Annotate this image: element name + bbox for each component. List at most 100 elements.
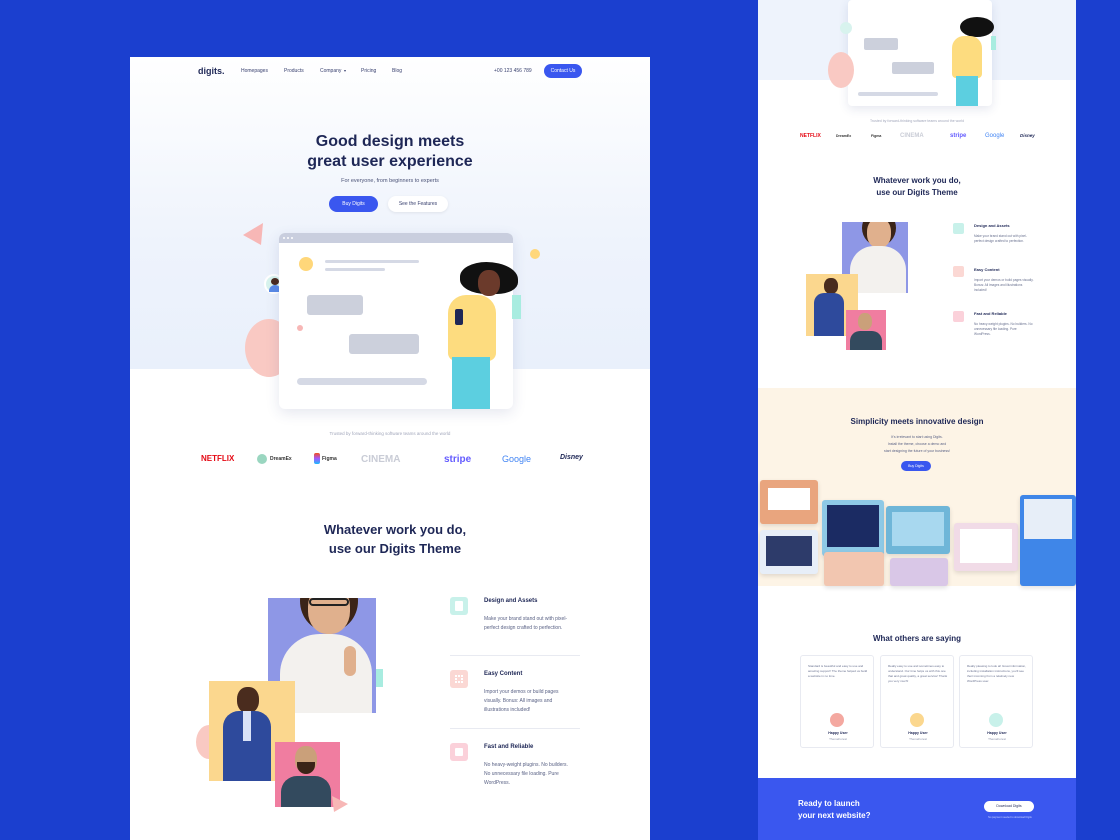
feature-title-easy-content: Easy Content (484, 671, 523, 677)
nav-link-blog[interactable]: Blog (392, 68, 402, 74)
brand-logo-figma: Figma (871, 134, 882, 138)
cta-note: No payment needed to download Digits (988, 816, 1032, 819)
person-face (478, 270, 500, 296)
demo-screenshot[interactable] (886, 506, 950, 554)
placeholder-line (325, 260, 419, 263)
avatar (989, 713, 1003, 727)
window-dot-icon (291, 237, 293, 239)
phone-icon (455, 309, 463, 325)
demo-screenshot[interactable] (1020, 495, 1076, 586)
nav-link-homepages[interactable]: Homepages (241, 68, 268, 74)
logo[interactable]: digits. (198, 66, 225, 76)
brand-logo-netflix: NETFLIX (800, 133, 821, 139)
demo-screenshot[interactable] (890, 558, 948, 586)
brand-logo-cinema: CINEMA (361, 454, 401, 465)
teal-block-decoration (991, 36, 996, 50)
testimonial-name: Happy User (987, 731, 1007, 735)
figma-icon (314, 453, 320, 464)
phone-number[interactable]: +00 123 456 789 (494, 68, 532, 74)
easy-content-icon (450, 670, 468, 688)
logos-caption: Trusted by forward-thinking software tea… (329, 431, 451, 436)
avatar (830, 713, 844, 727)
easy-content-icon (953, 266, 964, 277)
top-navigation: digits. Homepages Products Company ▾ Pri… (130, 57, 650, 85)
features-heading-line-2: use our Digits Theme (328, 541, 462, 556)
window-dot-icon (287, 237, 289, 239)
demo-screenshot[interactable] (760, 480, 818, 524)
window-dot-icon (283, 237, 285, 239)
photo-bearded-man (846, 310, 886, 350)
feature-title-design-assets: Design and Assets (484, 598, 538, 604)
testimonial-name: Happy User (828, 731, 848, 735)
features-heading-line-1: Whatever work you do, (323, 522, 467, 537)
feature-text-easy-content: Import your demos or build pages visuall… (484, 689, 559, 713)
browser-toolbar (279, 233, 513, 243)
chat-bubble (349, 334, 419, 354)
avatar (840, 22, 852, 34)
chat-bubble (307, 295, 363, 315)
demo-screenshot[interactable] (822, 500, 884, 556)
feature-text-design-assets: Make your brand stand out with pixel-per… (484, 616, 568, 631)
cta-heading-line-1: Ready to launch (798, 799, 860, 808)
download-button[interactable]: Download Digits (984, 801, 1034, 812)
simplicity-text-line-1: It's irrelevant to start using Digits. (891, 435, 943, 439)
features-heading-line-1: Whatever work you do, (873, 176, 961, 185)
pink-dot-decoration (297, 325, 303, 331)
hero-title-line-2: great user experience (307, 153, 473, 170)
fast-reliable-icon (953, 311, 964, 322)
feature-text-design-assets: Make your brand stand out with pixel-per… (974, 234, 1027, 243)
cta-heading: Ready to launch your next website? (798, 798, 870, 822)
features-heading-line-2: use our Digits Theme (876, 188, 958, 197)
person-pants (956, 76, 978, 106)
hero-title: Good design meets great user experience (130, 132, 650, 172)
person-hair (960, 17, 994, 37)
buy-button[interactable]: Buy Digits (329, 196, 378, 212)
simplicity-text-line-3: start designing the future of your busin… (884, 449, 950, 453)
nav-link-pricing[interactable]: Pricing (361, 68, 376, 74)
simplicity-title: Simplicity meets innovative design (850, 417, 984, 426)
testimonial-role: ThemeForest (829, 737, 847, 741)
feature-title-fast-reliable: Fast and Reliable (484, 744, 534, 750)
demo-screenshot[interactable] (824, 552, 884, 586)
hero-subtitle: For everyone, from beginners to experts (341, 178, 439, 184)
design-assets-icon (450, 597, 468, 615)
demo-screenshot[interactable] (760, 530, 818, 574)
contact-button[interactable]: Contact Us (544, 64, 582, 78)
feature-title-easy-content: Easy Content (974, 267, 1000, 272)
landing-page-desktop: digits. Homepages Products Company ▾ Pri… (130, 57, 650, 840)
teal-block-decoration (512, 295, 521, 319)
feature-text-fast-reliable: No heavy-weight plugins. No builders. No… (974, 322, 1033, 336)
simplicity-text-line-2: Install the theme, choose a demo and (887, 442, 947, 446)
avatar (910, 713, 924, 727)
cta-banner: Ready to launch your next website? Downl… (758, 778, 1076, 840)
simplicity-section: Simplicity meets innovative design It's … (758, 388, 1076, 586)
photo-bearded-man (275, 742, 340, 807)
testimonial-text: Really pleasing to look at! Great inform… (967, 664, 1027, 683)
yellow-circle-decoration (299, 257, 313, 271)
demo-screenshot[interactable] (954, 523, 1018, 571)
brand-logo-disney: Disney (1020, 133, 1035, 138)
testimonial-text: Really easy to use and sometimes easy to… (888, 664, 948, 683)
brand-logo-disney: Disney (560, 454, 583, 461)
brand-logo-dreamex: DreamEx (836, 134, 852, 138)
feature-text-easy-content: Import your demos or build pages visuall… (974, 278, 1034, 292)
buy-button[interactable]: Buy Digits (901, 461, 931, 471)
dot-decoration (530, 249, 540, 259)
teal-block-decoration (376, 669, 383, 687)
see-features-button[interactable]: See the Features (388, 196, 448, 212)
message-input-placeholder (858, 92, 938, 96)
hero-title-line-1: Good design meets (315, 133, 465, 150)
person-shirt (952, 36, 982, 78)
chat-bubble (892, 62, 934, 74)
nav-link-products[interactable]: Products (284, 68, 304, 74)
testimonial-name: Happy User (908, 731, 928, 735)
circle-decoration (828, 52, 854, 88)
brand-logo-cinema: CINEMA (900, 133, 924, 139)
testimonial-role: ThemeForest (988, 737, 1006, 741)
design-assets-icon (953, 223, 964, 234)
nav-link-company[interactable]: Company (320, 68, 341, 74)
feature-title-fast-reliable: Fast and Reliable (974, 311, 1007, 316)
dreamex-icon (257, 454, 267, 464)
fast-reliable-icon (450, 743, 468, 761)
testimonial-card: Standard is beautiful and easy to use an… (800, 655, 874, 748)
